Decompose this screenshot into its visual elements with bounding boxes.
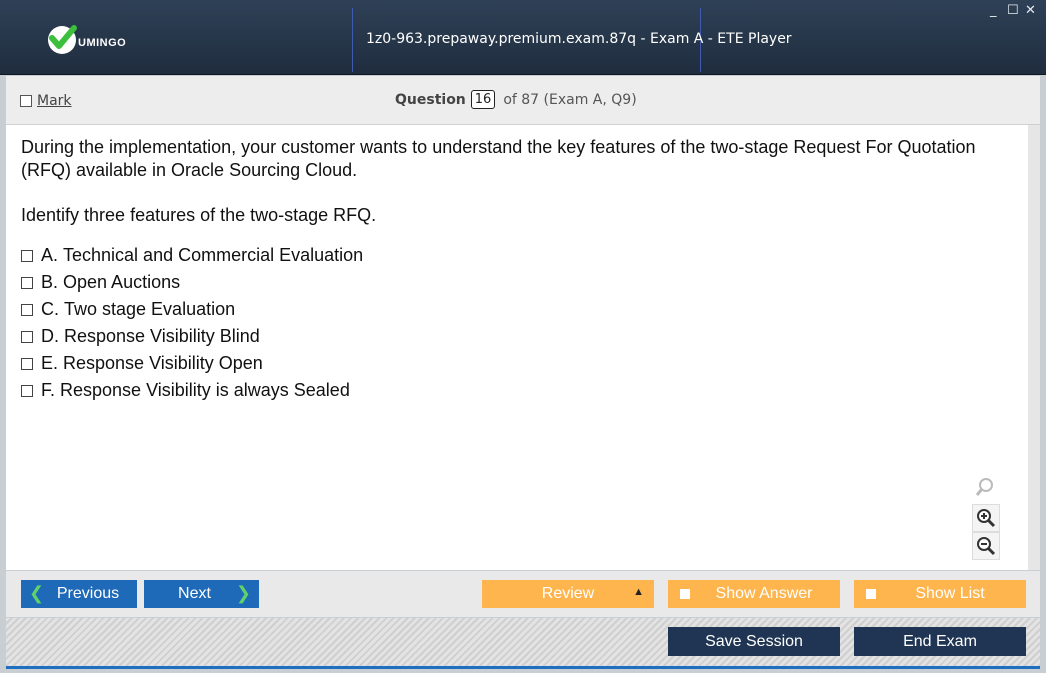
close-icon[interactable]: ✕ xyxy=(1025,4,1036,18)
next-button[interactable]: Next ❯ xyxy=(144,580,259,608)
option-letter: A. xyxy=(41,245,59,265)
option-letter: B. xyxy=(41,272,59,292)
next-label: Next xyxy=(178,585,211,602)
save-session-label: Save Session xyxy=(705,632,803,650)
option-letter: D. xyxy=(41,326,59,346)
option-checkbox[interactable] xyxy=(21,357,33,370)
review-label: Review xyxy=(541,585,595,602)
window-title: 1z0-963.prepaway.premium.exam.87q - Exam… xyxy=(366,31,792,47)
show-answer-button[interactable]: Show Answer xyxy=(668,580,840,608)
answer-option[interactable]: B. Open Auctions xyxy=(21,269,363,296)
mark-checkbox[interactable]: Mark xyxy=(20,93,72,109)
brand-text: UMINGO xyxy=(78,37,127,49)
chevron-left-icon: ❮ xyxy=(29,583,45,603)
answer-options: A. Technical and Commercial Evaluation B… xyxy=(21,242,363,404)
chevron-right-icon: ❯ xyxy=(235,583,251,603)
question-content: During the implementation, your customer… xyxy=(6,125,1028,570)
maximize-icon[interactable]: ☐ xyxy=(1007,4,1019,18)
answer-option[interactable]: D. Response Visibility Blind xyxy=(21,323,363,350)
zoom-in-icon[interactable] xyxy=(972,504,1000,532)
question-text: During the implementation, your customer… xyxy=(21,137,976,180)
option-letter: C. xyxy=(41,299,59,319)
question-number-input[interactable]: 16 xyxy=(470,90,496,109)
option-checkbox[interactable] xyxy=(21,330,33,343)
question-counter: Question 16 of 87 (Exam A, Q9) xyxy=(395,90,637,109)
answer-option[interactable]: C. Two stage Evaluation xyxy=(21,296,363,323)
option-checkbox[interactable] xyxy=(21,303,33,316)
previous-button[interactable]: ❮ Previous xyxy=(21,580,137,608)
bottom-border xyxy=(6,666,1040,669)
question-header: Mark Question 16 of 87 (Exam A, Q9) xyxy=(6,76,1040,125)
show-list-label: Show List xyxy=(915,585,985,602)
title-separator xyxy=(352,8,353,72)
zoom-out-icon[interactable] xyxy=(972,532,1000,560)
end-exam-label: End Exam xyxy=(903,632,977,650)
answer-option[interactable]: E. Response Visibility Open xyxy=(21,350,363,377)
option-text: Response Visibility Blind xyxy=(64,326,260,346)
previous-label: Previous xyxy=(56,585,120,602)
option-text: Two stage Evaluation xyxy=(64,299,236,319)
option-text: Response Visibility is always Sealed xyxy=(60,380,350,400)
end-exam-button[interactable]: End Exam xyxy=(854,627,1026,656)
show-answer-checkbox[interactable] xyxy=(680,589,690,599)
zoom-reset-icon[interactable] xyxy=(972,474,998,500)
mark-label: Mark xyxy=(37,93,72,109)
app-logo: UMINGO xyxy=(48,25,127,54)
option-checkbox[interactable] xyxy=(21,384,33,397)
caret-up-icon[interactable]: ▲ xyxy=(633,586,644,598)
option-text: Technical and Commercial Evaluation xyxy=(63,245,364,265)
vertical-scrollbar[interactable] xyxy=(1028,125,1040,570)
save-session-button[interactable]: Save Session xyxy=(668,627,840,656)
option-checkbox[interactable] xyxy=(21,276,33,289)
show-list-checkbox[interactable] xyxy=(866,589,876,599)
navigation-bar: ❮ Previous Next ❯ Review ▲ Show Answer S… xyxy=(6,571,1040,617)
answer-option[interactable]: A. Technical and Commercial Evaluation xyxy=(21,242,363,269)
show-answer-label: Show Answer xyxy=(715,585,813,602)
title-bar: UMINGO 1z0-963.prepaway.premium.exam.87q… xyxy=(0,0,1046,75)
question-instruction: Identify three features of the two-stage… xyxy=(21,205,377,225)
review-button[interactable]: Review ▲ xyxy=(482,580,654,608)
show-list-button[interactable]: Show List xyxy=(854,580,1026,608)
option-letter: F. xyxy=(41,380,56,400)
question-of-text: of 87 (Exam A, Q9) xyxy=(503,91,637,108)
option-text: Response Visibility Open xyxy=(63,353,263,373)
minimize-icon[interactable]: _ xyxy=(990,4,997,18)
question-label: Question xyxy=(395,91,466,108)
answer-option[interactable]: F. Response Visibility is always Sealed xyxy=(21,377,363,404)
mark-checkbox-box[interactable] xyxy=(20,95,32,107)
option-letter: E. xyxy=(41,353,59,373)
option-checkbox[interactable] xyxy=(21,249,33,262)
check-logo-icon xyxy=(48,25,77,54)
app-window: UMINGO 1z0-963.prepaway.premium.exam.87q… xyxy=(0,0,1046,673)
session-bar: Save Session End Exam xyxy=(6,618,1040,666)
option-text: Open Auctions xyxy=(63,272,181,292)
